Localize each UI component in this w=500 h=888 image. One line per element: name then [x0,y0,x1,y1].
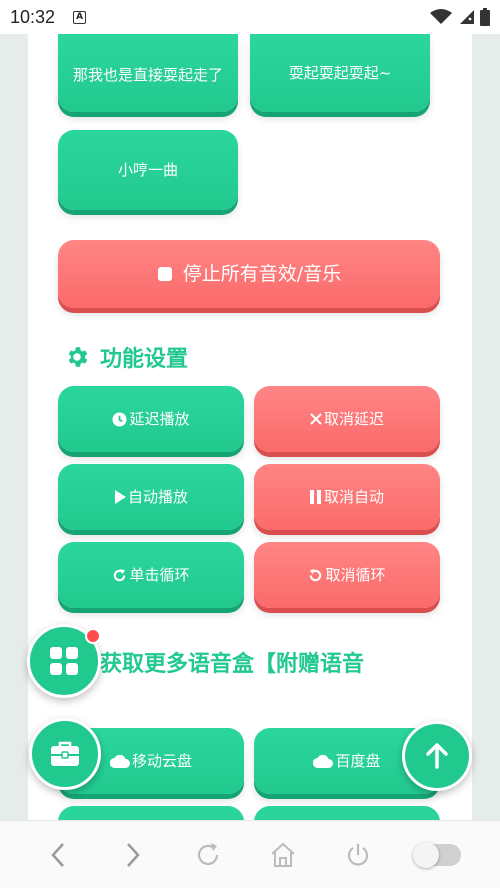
status-time: 10:32 [10,6,56,27]
auto-play-label: 自动播放 [127,488,188,506]
baidu-pan-label: 百度盘 [335,752,381,770]
forward-button[interactable] [113,835,153,875]
signal-icon [460,10,474,24]
auto-play-button[interactable]: 自动播放 [58,464,244,530]
more-button[interactable] [254,806,440,820]
sound-button-label: 耍起耍起耍起~ [288,64,392,82]
toolbox-fab[interactable] [29,718,101,790]
mobile-cloud-label: 移动云盘 [131,752,192,770]
cloud-icon [109,754,130,768]
main-content: 那我也是直接耍起走了 耍起耍起耍起~ 小哼一曲 停止所有音效/音乐 功能设置 延… [28,34,472,820]
toolbox-icon [51,741,79,766]
refresh-icon [197,842,218,865]
loop-button[interactable]: 单击循环 [58,542,244,608]
sound-button[interactable]: 那我也是直接耍起走了 [58,34,238,112]
undo-icon [308,568,323,583]
stop-all-label: 停止所有音效/音乐 [182,263,342,285]
cancel-loop-button[interactable]: 取消循环 [254,542,440,608]
grid-icon [50,647,78,675]
loop-label: 单击循环 [129,566,190,584]
pause-icon [309,490,322,504]
sound-button[interactable]: 小哼一曲 [58,130,238,210]
settings-title: 功能设置 [64,341,188,373]
back-button[interactable] [38,835,78,875]
play-icon [114,490,126,504]
arrow-up-icon [426,743,448,769]
notification-icon: A [73,10,87,24]
home-button[interactable] [263,835,303,875]
forward-icon [126,842,140,867]
delay-play-button[interactable]: 延迟播放 [58,386,244,452]
more-section-title-text: 获取更多语音盒【附赠语音 [100,652,365,677]
toggle-switch[interactable] [412,841,461,868]
delay-play-label: 延迟播放 [129,410,190,428]
wifi-icon [430,9,452,24]
refresh-button[interactable] [188,835,228,875]
cancel-delay-label: 取消延迟 [323,410,384,428]
stop-all-button[interactable]: 停止所有音效/音乐 [58,240,440,308]
settings-title-text: 功能设置 [100,347,189,372]
battery-icon [480,8,490,26]
back-icon [50,842,64,867]
clock-icon [112,411,128,427]
status-icons [430,8,490,26]
more-section-title: 获取更多语音盒【附赠语音 [100,646,364,678]
mode-toggle[interactable] [412,835,463,875]
sound-button-label: 那我也是直接耍起走了 [72,66,223,84]
power-button[interactable] [338,835,378,875]
gear-icon [68,347,88,367]
more-button[interactable] [58,806,244,820]
redo-icon [112,568,127,583]
home-icon [270,842,295,867]
cloud-icon [313,754,334,768]
cancel-delay-button[interactable]: 取消延迟 [254,386,440,452]
cancel-auto-label: 取消自动 [323,488,384,506]
notification-badge [85,628,101,644]
bottom-nav [0,820,500,888]
power-icon [347,843,368,866]
status-bar: 10:32 A [0,0,500,34]
cancel-loop-label: 取消循环 [325,566,386,584]
stop-icon [157,266,173,282]
sound-button[interactable]: 耍起耍起耍起~ [250,34,430,112]
close-icon [310,413,322,425]
sound-button-label: 小哼一曲 [117,161,178,179]
cancel-auto-button[interactable]: 取消自动 [254,464,440,530]
scroll-top-fab[interactable] [402,721,472,791]
